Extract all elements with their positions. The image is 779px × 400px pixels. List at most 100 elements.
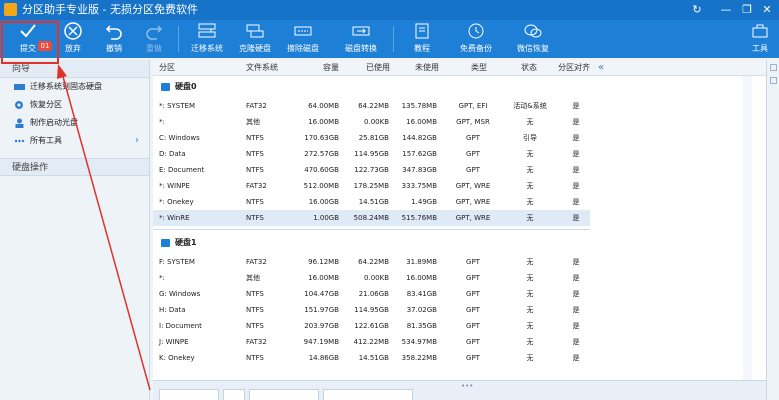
status: 无 <box>526 338 534 346</box>
table-row[interactable]: *: Onekey NTFS 16.00GB 14.51GB 1.49GB GPT, WR… <box>153 194 590 210</box>
partition-type: GPT, EFI <box>458 102 488 110</box>
sidebar-item-boot-cd[interactable]: 制作启动光盘 <box>0 114 149 132</box>
disk-map-block[interactable] <box>249 389 319 400</box>
wipe-disk-button[interactable]: 擦除磁盘 <box>282 21 324 57</box>
partition-table: 分区 文件系统 容量 已使用 未使用 类型 状态 分区对齐 « 硬盘0 *: SY… <box>153 60 766 400</box>
vertical-scrollbar[interactable] <box>743 76 752 381</box>
table-row[interactable]: *: SYSTEM FAT32 64.00MB 64.22MB 135.78MB GPT,… <box>153 98 590 114</box>
used-space: 114.95GB <box>354 306 389 314</box>
undo-button[interactable]: 撤销 <box>97 21 131 57</box>
restore-label: 微信恢复 <box>517 44 549 53</box>
table-row[interactable]: H: Data NTFS 151.97GB 114.95GB 37.02GB GPT 无 是 <box>153 302 590 318</box>
sidebar: 向导 迁移系统到固态硬盘 恢复分区 制作启动光盘 所有工具 › 硬盘操作 <box>0 60 150 400</box>
table-row[interactable]: D: Data NTFS 272.57GB 114.95GB 157.62GB GPT 无 是 <box>153 146 590 162</box>
tools-label: 工具 <box>752 44 768 53</box>
disk-map-block[interactable] <box>323 389 413 400</box>
table-row[interactable]: *: WinRE NTFS 1.00GB 508.24MB 515.76MB GPT, W… <box>153 210 590 226</box>
capacity: 104.47GB <box>304 290 339 298</box>
capacity: 272.57GB <box>304 150 339 158</box>
alignment: 是 <box>572 258 580 266</box>
disk-map-block[interactable] <box>159 389 219 400</box>
table-row[interactable]: *: 其他 16.00MB 0.00KB 16.00MB GPT, MSR 无 是 <box>153 114 590 130</box>
redo-label: 重做 <box>146 44 162 53</box>
disk-ops-section-title: 硬盘操作 <box>0 158 149 176</box>
wechat-restore-button[interactable]: 微信恢复 <box>512 21 554 57</box>
capacity: 203.97GB <box>304 322 339 330</box>
tutorial-label: 教程 <box>414 44 430 53</box>
sidebar-item-all-tools[interactable]: 所有工具 › <box>0 132 149 150</box>
partition-name: E: Document <box>159 166 205 174</box>
discard-label: 放弃 <box>65 44 81 53</box>
disk-header[interactable]: 硬盘0 <box>153 78 593 96</box>
clone-disk-button[interactable]: 克隆硬盘 <box>234 21 276 57</box>
redo-button[interactable]: 重做 <box>137 21 171 57</box>
partition-type: GPT <box>466 322 480 330</box>
panel-toggle-icon[interactable] <box>770 64 777 71</box>
capacity: 16.00GB <box>308 198 339 206</box>
discard-button[interactable]: 放弃 <box>56 21 90 57</box>
table-row[interactable]: K: Onekey NTFS 14.86GB 14.51GB 358.22MB GPT 无 是 <box>153 350 590 366</box>
table-row[interactable]: G: Windows NTFS 104.47GB 21.06GB 83.41GB GPT 无… <box>153 286 590 302</box>
capacity: 151.97GB <box>304 306 339 314</box>
table-header: 分区 文件系统 容量 已使用 未使用 类型 状态 分区对齐 « <box>153 60 766 76</box>
disk-map-block[interactable] <box>223 389 245 400</box>
migrate-label: 迁移系统 <box>191 44 223 53</box>
column-header[interactable]: 状态 <box>521 60 537 76</box>
status: 无 <box>526 322 534 330</box>
status: 无 <box>526 306 534 314</box>
partition-name: C: Windows <box>159 134 200 142</box>
sidebar-item-recover-partition[interactable]: 恢复分区 <box>0 96 149 114</box>
capacity: 170.63GB <box>304 134 339 142</box>
partition-type: GPT, WRE <box>455 182 491 190</box>
clone-label: 克隆硬盘 <box>239 44 271 53</box>
partition-name: I: Document <box>159 322 202 330</box>
disk-divider <box>153 229 590 233</box>
refresh-icon[interactable]: ↻ <box>688 2 706 18</box>
panel-toggle-icon[interactable] <box>770 77 777 84</box>
maximize-button[interactable]: ❐ <box>738 2 756 18</box>
wechat-icon <box>524 24 542 38</box>
used-space: 114.95GB <box>354 150 389 158</box>
free-backup-button[interactable]: 免费备份 <box>455 21 497 57</box>
column-header[interactable]: 未使用 <box>415 60 439 76</box>
status: 引导 <box>523 134 537 142</box>
status: 无 <box>526 118 534 126</box>
column-header[interactable]: 类型 <box>471 60 487 76</box>
partition-name: G: Windows <box>159 290 201 298</box>
sidebar-item-migrate-ssd[interactable]: 迁移系统到固态硬盘 <box>0 78 149 96</box>
capacity: 96.12MB <box>308 258 339 266</box>
status: 无 <box>526 258 534 266</box>
table-row[interactable]: *: WINPE FAT32 512.00MB 178.25MB 333.75MB GPT… <box>153 178 590 194</box>
collapse-panel-icon[interactable]: « <box>598 60 604 76</box>
column-header[interactable]: 分区对齐 <box>558 60 590 76</box>
column-header[interactable]: 已使用 <box>366 60 390 76</box>
used-space: 14.51GB <box>358 198 389 206</box>
capacity: 16.00MB <box>308 118 339 126</box>
disk-header[interactable]: 硬盘1 <box>153 234 593 252</box>
column-header[interactable]: 文件系统 <box>246 60 278 76</box>
column-header[interactable]: 容量 <box>323 60 339 76</box>
partition-type: GPT <box>466 150 480 158</box>
file-system: NTFS <box>246 150 264 158</box>
column-header[interactable]: 分区 <box>159 60 175 76</box>
table-row[interactable]: J: WINPE FAT32 947.19MB 412.22MB 534.97MB GPT… <box>153 334 590 350</box>
disk-convert-button[interactable]: 磁盘转换 <box>338 21 384 57</box>
free-space: 144.82GB <box>402 134 437 142</box>
table-row[interactable]: E: Document NTFS 470.60GB 122.73GB 347.83GB G… <box>153 162 590 178</box>
migrate-system-button[interactable]: 迁移系统 <box>186 21 228 57</box>
tools-button[interactable]: 工具 <box>745 21 775 57</box>
disk-icon <box>161 83 170 91</box>
table-row[interactable]: *: 其他 16.00MB 0.00KB 16.00MB GPT 无 是 <box>153 270 590 286</box>
resize-handle[interactable]: ••• <box>461 382 473 390</box>
minimize-button[interactable]: — <box>717 2 735 18</box>
close-button[interactable]: ✕ <box>758 2 776 18</box>
table-row[interactable]: F: SYSTEM FAT32 96.12MB 64.22MB 31.89MB GPT 无 是 <box>153 254 590 270</box>
table-row[interactable]: I: Document NTFS 203.97GB 122.61GB 81.35GB GP… <box>153 318 590 334</box>
table-row[interactable]: C: Windows NTFS 170.63GB 25.81GB 144.82GB GPT… <box>153 130 590 146</box>
sidebar-item-label: 所有工具 <box>30 136 62 145</box>
file-system: FAT32 <box>246 182 267 190</box>
used-space: 178.25MB <box>353 182 389 190</box>
status: 无 <box>526 354 534 362</box>
right-collapsed-panel <box>766 60 779 400</box>
tutorial-button[interactable]: 教程 <box>405 21 439 57</box>
